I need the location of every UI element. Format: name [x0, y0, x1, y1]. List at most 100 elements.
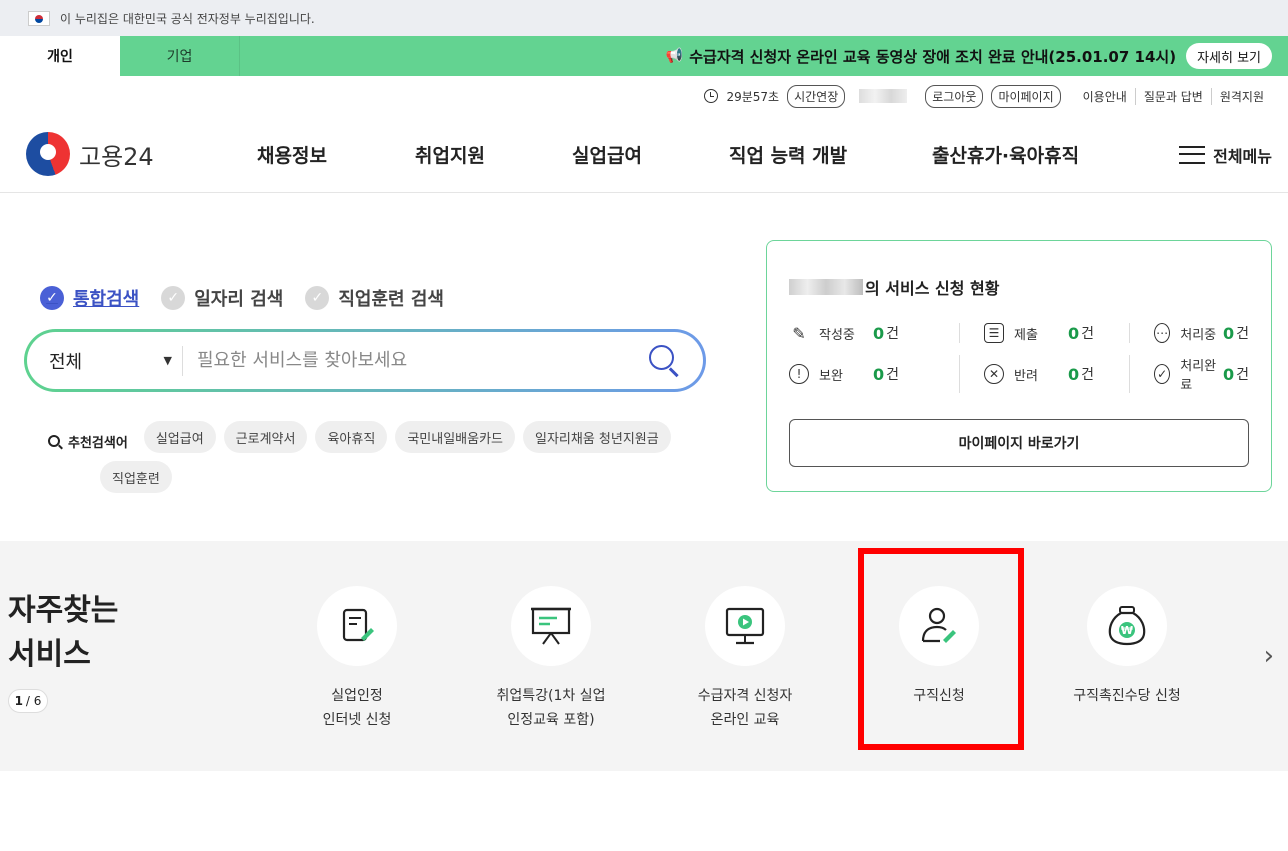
nav-vocational-training[interactable]: 직업 능력 개발: [729, 116, 847, 193]
notice-text[interactable]: 수급자격 신청자 온라인 교육 동영상 장애 조치 완료 안내(25.01.07…: [689, 46, 1176, 67]
megaphone-icon: 📢: [665, 48, 684, 64]
keyword-chip[interactable]: 근로계약서: [223, 421, 308, 453]
nav-job-info[interactable]: 채용정보: [257, 116, 327, 193]
tab-personal[interactable]: 개인: [0, 36, 120, 76]
status-label: 처리중: [1180, 327, 1217, 343]
service-label: 수급자격 신청자 온라인 교육: [697, 688, 793, 728]
nav-parental-leave[interactable]: 출산휴가·육아휴직: [932, 116, 1079, 193]
keyword-chip[interactable]: 일자리채움 청년지원금: [523, 421, 671, 453]
ellipsis-icon: ⋯: [1154, 323, 1171, 343]
chevron-right-icon[interactable]: ›: [1264, 641, 1274, 671]
service-label: 구직촉진수당 신청: [1073, 688, 1181, 704]
search-category-select[interactable]: 전체 ▼: [27, 345, 183, 376]
status-label: 작성중: [819, 327, 855, 343]
all-menu-button[interactable]: 전체메뉴: [1179, 116, 1272, 193]
status-count: 0: [873, 364, 885, 384]
search-type-integrated[interactable]: ✓ 통합검색: [40, 285, 139, 311]
status-item-supplement[interactable]: ! 보완 0 건: [789, 355, 959, 393]
status-unit: 건: [886, 367, 900, 383]
status-label: 제출: [1014, 327, 1038, 343]
search-type-label: 직업훈련 검색: [338, 289, 444, 310]
status-count: 0: [1222, 323, 1235, 343]
search-type-label: 통합검색: [73, 289, 140, 310]
hamburger-icon: [1179, 145, 1206, 164]
status-count: 0: [1068, 323, 1080, 343]
notice-banner: 📢 수급자격 신청자 온라인 교육 동영상 장애 조치 완료 안내(25.01.…: [666, 43, 1288, 69]
search-type-training[interactable]: ✓ 직업훈련 검색: [305, 285, 444, 311]
search-type-group: ✓ 통합검색 ✓ 일자리 검색 ✓ 직업훈련 검색: [40, 285, 466, 311]
user-name-blurred: [789, 279, 863, 295]
monitor-play-icon: [705, 586, 785, 666]
status-item-completed[interactable]: ✓ 처리완료 0 건: [1129, 355, 1249, 393]
status-unit: 건: [1236, 326, 1249, 342]
status-count: 0: [1222, 364, 1235, 384]
user-name-blurred: [859, 89, 908, 103]
caret-down-icon: ▼: [163, 354, 172, 367]
status-item-submitted[interactable]: ☰ 제출 0 건: [959, 323, 1129, 343]
service-job-promotion-allowance[interactable]: ₩ 구직촉진수당 신청: [1037, 586, 1217, 708]
search-type-label: 일자리 검색: [194, 289, 284, 310]
search-category-value: 전체: [49, 351, 83, 373]
search-input[interactable]: [183, 350, 649, 371]
korea-flag-icon: [28, 10, 50, 26]
frequent-services-title: 자주찾는 서비스: [8, 589, 118, 677]
keyword-chip[interactable]: 실업급여: [143, 421, 216, 453]
logo-emblem-icon: [26, 132, 70, 176]
service-unemployment-recognition[interactable]: 실업인정 인터넷 신청: [267, 586, 447, 732]
site-logo[interactable]: 고용24: [26, 132, 154, 176]
money-bag-icon: ₩: [1087, 586, 1167, 666]
keyword-chip[interactable]: 육아휴직: [315, 421, 388, 453]
svg-text:₩: ₩: [1121, 624, 1133, 637]
status-unit: 건: [1081, 326, 1095, 342]
service-job-application[interactable]: 구직신청: [849, 586, 1029, 708]
status-unit: 건: [1236, 367, 1249, 383]
exclamation-icon: !: [789, 364, 809, 384]
carousel-pager: 1 / 6: [8, 689, 48, 713]
status-grid: ✎ 작성중 0 건 ☰ 제출 0 건 ⋯ 처리중 0 건 ! 보완 0 건 ✕ …: [789, 323, 1249, 393]
user-type-bar: 개인 기업 📢 수급자격 신청자 온라인 교육 동영상 장애 조치 완료 안내(…: [0, 36, 1288, 76]
status-item-processing[interactable]: ⋯ 처리중 0 건: [1129, 323, 1249, 343]
recommended-label: 추천검색어: [48, 425, 128, 457]
link-usage-guide[interactable]: 이용안내: [1075, 88, 1135, 105]
main-header: 고용24 채용정보 취업지원 실업급여 직업 능력 개발 출산휴가·육아휴직 전…: [0, 116, 1288, 193]
gov-banner-text: 이 누리집은 대한민국 공식 전자정부 누리집입니다.: [60, 11, 315, 26]
status-card-title: 의 서비스 신청 현황: [789, 275, 1249, 299]
tab-business[interactable]: 기업: [120, 36, 240, 76]
service-online-education[interactable]: 수급자격 신청자 온라인 교육: [655, 586, 835, 732]
go-to-mypage-button[interactable]: 마이페이지 바로가기: [789, 419, 1249, 467]
search-inner: 전체 ▼: [27, 332, 703, 389]
status-count: 0: [1068, 364, 1080, 384]
check-circle-icon: ✓: [1154, 364, 1171, 384]
extend-session-button[interactable]: 시간연장: [787, 84, 846, 108]
gov-banner: 이 누리집은 대한민국 공식 전자정부 누리집입니다.: [0, 0, 1288, 36]
keyword-chip[interactable]: 직업훈련: [100, 461, 172, 493]
status-item-drafting[interactable]: ✎ 작성중 0 건: [789, 323, 959, 343]
keyword-chip[interactable]: 국민내일배움카드: [395, 421, 515, 453]
pencil-icon: ✎: [792, 323, 806, 343]
search-box: 전체 ▼: [24, 329, 706, 392]
nav-unemployment-benefit[interactable]: 실업급여: [572, 116, 642, 193]
nav-employment-support[interactable]: 취업지원: [415, 116, 485, 193]
session-timer: 29분57초: [726, 89, 780, 104]
all-menu-label: 전체메뉴: [1213, 146, 1272, 166]
service-employment-lecture[interactable]: 취업특강(1차 실업 인정교육 포함): [461, 586, 641, 732]
utility-bar: 29분57초 시간연장 로그아웃 마이페이지 이용안내 질문과 답변 원격지원: [0, 76, 1288, 116]
link-qna[interactable]: 질문과 답변: [1134, 87, 1211, 105]
notice-detail-button[interactable]: 자세히 보기: [1186, 43, 1272, 69]
pager-total: / 6: [25, 694, 42, 708]
search-icon[interactable]: [649, 344, 681, 377]
link-remote-support[interactable]: 원격지원: [1210, 87, 1272, 105]
status-unit: 건: [1081, 367, 1095, 383]
recommended-keywords: 추천검색어 실업급여 근로계약서 육아휴직 국민내일배움카드 일자리채움 청년지…: [48, 421, 708, 501]
title-line-1: 자주찾는: [8, 593, 119, 628]
clock-icon: [704, 89, 719, 103]
logout-button[interactable]: 로그아웃: [925, 84, 984, 108]
search-type-jobs[interactable]: ✓ 일자리 검색: [161, 285, 283, 311]
mypage-button[interactable]: 마이페이지: [991, 84, 1061, 108]
title-line-2: 서비스: [8, 637, 91, 672]
presentation-board-icon: [511, 586, 591, 666]
service-label: 취업특강(1차 실업 인정교육 포함): [496, 688, 606, 728]
person-pen-icon: [899, 586, 979, 666]
status-title-text: 의 서비스 신청 현황: [865, 279, 1000, 298]
status-item-rejected[interactable]: ✕ 반려 0 건: [959, 355, 1129, 393]
